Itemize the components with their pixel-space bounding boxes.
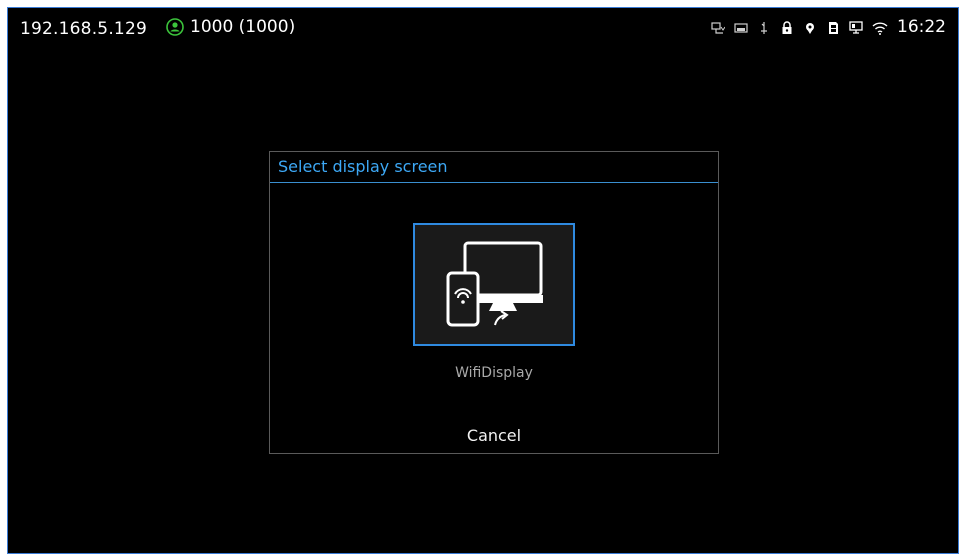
select-display-dialog: Select display screen WifiDisplay Cancel [269,151,719,454]
sdcard-icon [826,20,840,34]
display-icon [849,20,863,34]
status-bar: 192.168.5.129 1000 (1000) 16:22 [8,8,958,50]
account-label: 1000 (1000) [190,17,296,37]
account-status: 1000 (1000) [166,17,295,37]
account-icon [166,18,184,36]
usb-icon [757,20,771,34]
status-icons: 16:22 [711,17,946,37]
clock: 16:22 [897,17,946,37]
network-icon [711,20,726,34]
ip-address: 192.168.5.129 [20,19,147,39]
wifi-display-option[interactable] [413,223,575,346]
lock-icon [780,20,794,34]
wifi-display-label: WifiDisplay [455,365,533,381]
dialog-title: Select display screen [270,152,718,183]
device-screen: 192.168.5.129 1000 (1000) 16:22 Select d… [7,7,959,554]
wifi-icon [872,20,888,35]
cancel-button[interactable]: Cancel [270,426,718,445]
screen-icon [734,20,748,34]
wifi-display-icon [446,241,543,327]
location-icon [803,20,817,34]
